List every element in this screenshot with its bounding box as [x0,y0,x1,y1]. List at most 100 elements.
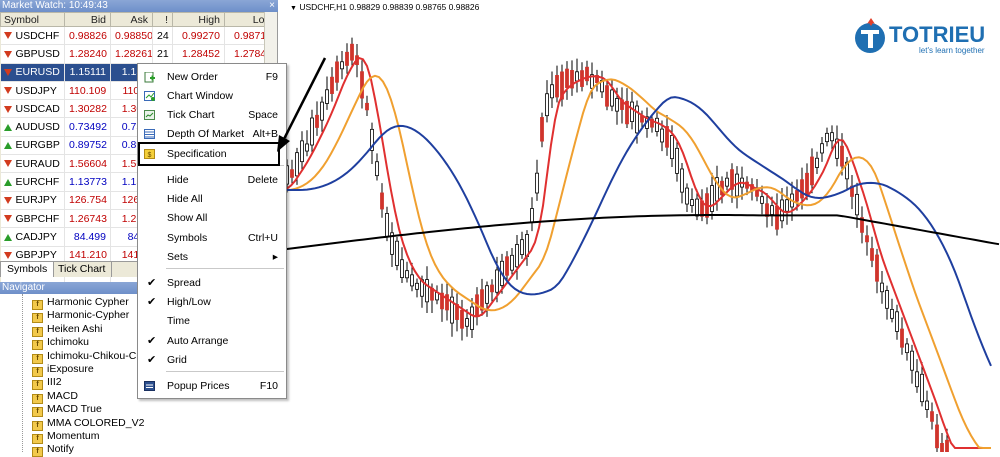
symbol-label: EURUSD [15,66,60,79]
candle-body [545,93,549,117]
symbol-cell: GBPCHF [0,209,65,229]
chart-canvas[interactable] [279,0,1000,452]
candle-body [540,117,544,142]
ma-red-line [279,56,991,449]
checkmark-icon: ✔ [147,354,157,366]
candle-body [920,373,924,403]
navigator-item[interactable]: f MACD [32,390,78,404]
column-ask[interactable]: Ask [110,12,153,27]
navigator-item[interactable]: f III2 [32,376,62,391]
candle-body [460,309,464,329]
navigator-item[interactable]: f Momentum [32,430,100,444]
candle-body [925,400,929,410]
candle-body [855,193,859,216]
navigator-item[interactable]: f Ichimoku [32,336,89,351]
navigator-item-label: MACD True [47,403,102,416]
navigator-item[interactable]: f Heiken Ashi [32,322,103,337]
menu-item-high-low[interactable]: ✔ High/Low [138,293,286,312]
bid-cell: 0.73492 [64,117,111,137]
navigator-item[interactable]: f Harmonic Cypher [32,296,129,310]
menu-item-tick-chart[interactable]: Tick Chart Space [138,106,286,125]
market-watch-row[interactable]: USDCHF 0.98826 0.98850 24 0.99270 0.98715 [0,26,277,46]
menu-item-grid[interactable]: ✔ Grid [138,351,286,370]
candle-body [510,254,514,271]
candle-body [930,411,934,422]
menu-item-sets[interactable]: Sets ▸ [138,248,286,267]
menu-item-chart-window[interactable]: Chart Window [138,87,286,106]
candle-body [935,424,939,449]
navigator-item[interactable]: f Notify [32,443,74,457]
candle-body [335,61,339,83]
candle-body [375,161,379,177]
symbol-label: USDCAD [15,102,60,115]
tab-tick-chart[interactable]: Tick Chart [52,262,113,277]
candle-body [415,282,419,290]
symbol-cell: EURCHF [0,172,65,192]
chart-dropdown-icon[interactable]: ▼ [290,5,297,12]
symbol-label: GBPCHF [15,212,60,225]
menu-item-spread[interactable]: ✔ Spread [138,274,286,293]
candle-body [350,43,354,61]
menu-item-label: New Order [167,71,218,83]
symbol-cell: CADJPY [0,227,65,247]
menu-item-popup-prices[interactable]: Popup Prices F10 [138,377,286,396]
candle-body [400,259,404,278]
logo-mark-icon [855,18,885,53]
candle-body [695,198,699,217]
menu-item-auto-arrange[interactable]: ✔ Auto Arrange [138,332,286,351]
bid-cell: 1.56604 [64,154,111,174]
candle-body [825,132,829,143]
candle-body [865,235,869,243]
navigator-item[interactable]: f MMA COLORED_V2 [32,417,144,431]
arrow-down-icon [3,87,12,95]
arrow-down-icon [3,251,12,259]
menu-item-show-all[interactable]: Show All [138,209,286,228]
candle-body [485,285,489,304]
symbol-cell: USDCAD [0,99,65,119]
menu-item-label: Show All [167,212,208,224]
menu-item-shortcut: Delete [247,174,278,186]
navigator-item-label: Momentum [47,430,100,442]
navigator-item-label: Heiken Ashi [47,322,103,335]
logo-slogan: let's learn together [919,46,985,55]
candle-body [830,132,834,142]
indicator-icon: f [32,447,43,457]
close-icon[interactable]: × [269,0,275,12]
candle-body [775,205,779,230]
menu-item-label: Chart Window [167,90,233,102]
navigator-item[interactable]: f MACD True [32,403,102,418]
candle-body [520,239,524,255]
price-chart[interactable] [279,0,1000,452]
candle-body [670,135,674,160]
arrow-down-icon [3,32,12,40]
menu-item-hide-all[interactable]: Hide All [138,190,286,209]
candle-body [685,187,689,205]
candle-body [530,208,534,223]
column-symbol[interactable]: Symbol [0,12,65,27]
candle-body [635,105,639,134]
arrow-up-icon [3,178,12,186]
candle-body [785,199,789,212]
candle-body [425,279,429,303]
column-bid[interactable]: Bid [64,12,111,27]
navigator-item[interactable]: f iExposure [32,363,94,377]
navigator-item[interactable]: f Harmonic-Cypher [32,309,129,324]
candle-body [895,311,899,332]
menu-item-hide[interactable]: Hide Delete [138,171,286,190]
checkmark-icon: ✔ [147,296,157,308]
candle-body [465,318,469,327]
arrow-down-icon [3,105,12,113]
column-spread[interactable]: ! [152,12,173,27]
candle-body [605,85,609,107]
menu-item-time[interactable]: Time [138,312,286,331]
candle-body [385,213,389,238]
tab-symbols[interactable]: Symbols [0,262,55,277]
menu-item-new-order[interactable]: New Order F9 [138,68,286,87]
chart-title-text: USDCHF,H1 0.98829 0.98839 0.98765 0.9882… [299,2,480,12]
candle-body [615,98,619,112]
candle-body [800,179,804,199]
popup-prices-icon [144,381,155,391]
menu-item-symbols[interactable]: Symbols Ctrl+U [138,229,286,248]
market-watch-row[interactable]: GBPUSD 1.28240 1.28261 21 1.28452 1.27847 [0,44,277,64]
column-high[interactable]: High [172,12,225,27]
